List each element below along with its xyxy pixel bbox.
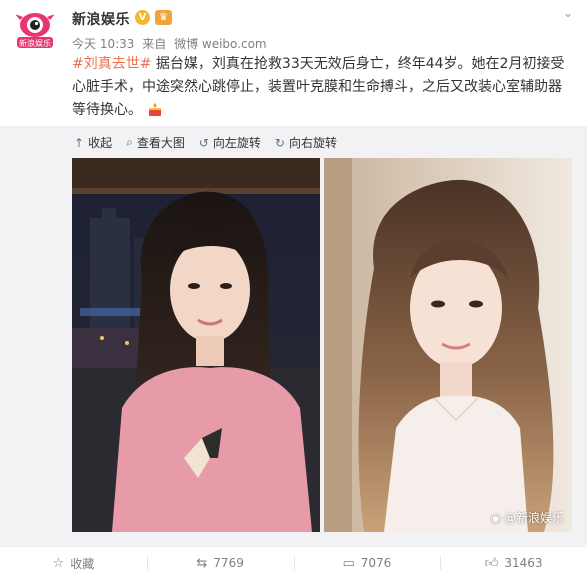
comment-count: 7076 xyxy=(360,556,392,570)
like-count: 31463 xyxy=(504,556,543,570)
post-menu-chevron-down-icon[interactable]: ⌄ xyxy=(563,6,573,20)
comment-icon: ▭ xyxy=(342,555,355,571)
rotate-right-button[interactable]: ↻ 向右旋转 xyxy=(275,134,337,151)
repost-button[interactable]: ⇆ 7769 xyxy=(146,547,294,579)
account-name[interactable]: 新浪娱乐 xyxy=(72,9,130,29)
candle-emoji-icon xyxy=(149,103,162,116)
avatar-text: 新浪娱乐 xyxy=(19,38,51,48)
member-crown-icon: ♛ xyxy=(155,10,172,25)
photo-right[interactable]: ◉ @新浪娱乐 xyxy=(324,158,572,532)
post-source[interactable]: 微博 weibo.com xyxy=(174,37,267,51)
post-meta: 今天 10:33 来自 微博 weibo.com xyxy=(72,35,271,52)
weibo-watermark-icon: ◉ xyxy=(490,510,501,525)
collapse-button[interactable]: ↑ 收起 xyxy=(74,134,112,151)
rotate-left-button[interactable]: ↺ 向左旋转 xyxy=(199,134,261,151)
verified-badge-icon: V xyxy=(135,10,150,25)
avatar[interactable]: 新浪娱乐 xyxy=(11,6,59,54)
photo-left[interactable] xyxy=(72,158,320,532)
repost-count: 7769 xyxy=(213,556,244,570)
comment-button[interactable]: ▭ 7076 xyxy=(293,547,441,579)
portrait-pink-sweater xyxy=(72,158,320,532)
rotate-right-label: 向右旋转 xyxy=(288,136,337,150)
collapse-icon: ↑ xyxy=(74,135,85,150)
media-toolbar: ↑ 收起 ⌕ 查看大图 ↺ 向左旋转 ↻ 向右旋转 xyxy=(74,134,337,151)
rotate-left-label: 向左旋转 xyxy=(212,136,261,150)
source-prefix: 来自 xyxy=(142,37,167,51)
thumbs-up-icon: 👍︎ xyxy=(484,555,499,571)
media-panel: ↑ 收起 ⌕ 查看大图 ↺ 向左旋转 ↻ 向右旋转 ◉ @新浪娱乐 xyxy=(0,126,587,546)
photo-watermark: ◉ @新浪娱乐 xyxy=(491,509,565,526)
view-large-button[interactable]: ⌕ 查看大图 xyxy=(126,134,185,151)
like-button[interactable]: 👍︎ 31463 xyxy=(440,547,587,579)
star-icon: ☆ xyxy=(52,555,65,571)
view-large-label: 查看大图 xyxy=(136,136,185,150)
rotate-right-icon: ↻ xyxy=(274,135,285,150)
repost-icon: ⇆ xyxy=(196,555,208,571)
favorite-label: 收藏 xyxy=(70,556,95,571)
watermark-text: @新浪娱乐 xyxy=(503,511,564,525)
hashtag-link[interactable]: #刘真去世# xyxy=(72,56,151,72)
rotate-left-icon: ↺ xyxy=(198,135,209,150)
favorite-button[interactable]: ☆ 收藏 xyxy=(0,547,147,579)
portrait-wavy-hair xyxy=(324,158,572,532)
action-bar: ☆ 收藏 ⇆ 7769 ▭ 7076 👍︎ 31463 xyxy=(0,546,587,579)
magnify-icon: ⌕ xyxy=(126,135,133,149)
collapse-label: 收起 xyxy=(88,136,113,150)
weibo-card: 新浪娱乐 新浪娱乐 V ♛ ⌄ 今天 10:33 来自 微博 weibo.com… xyxy=(0,0,587,578)
post-timestamp[interactable]: 今天 10:33 xyxy=(72,37,134,51)
sina-entertainment-logo: 新浪娱乐 xyxy=(11,6,59,54)
post-text: #刘真去世# 据台媒，刘真在抢救33天无效后身亡，终年44岁。她在2月初接受心脏… xyxy=(72,53,572,122)
